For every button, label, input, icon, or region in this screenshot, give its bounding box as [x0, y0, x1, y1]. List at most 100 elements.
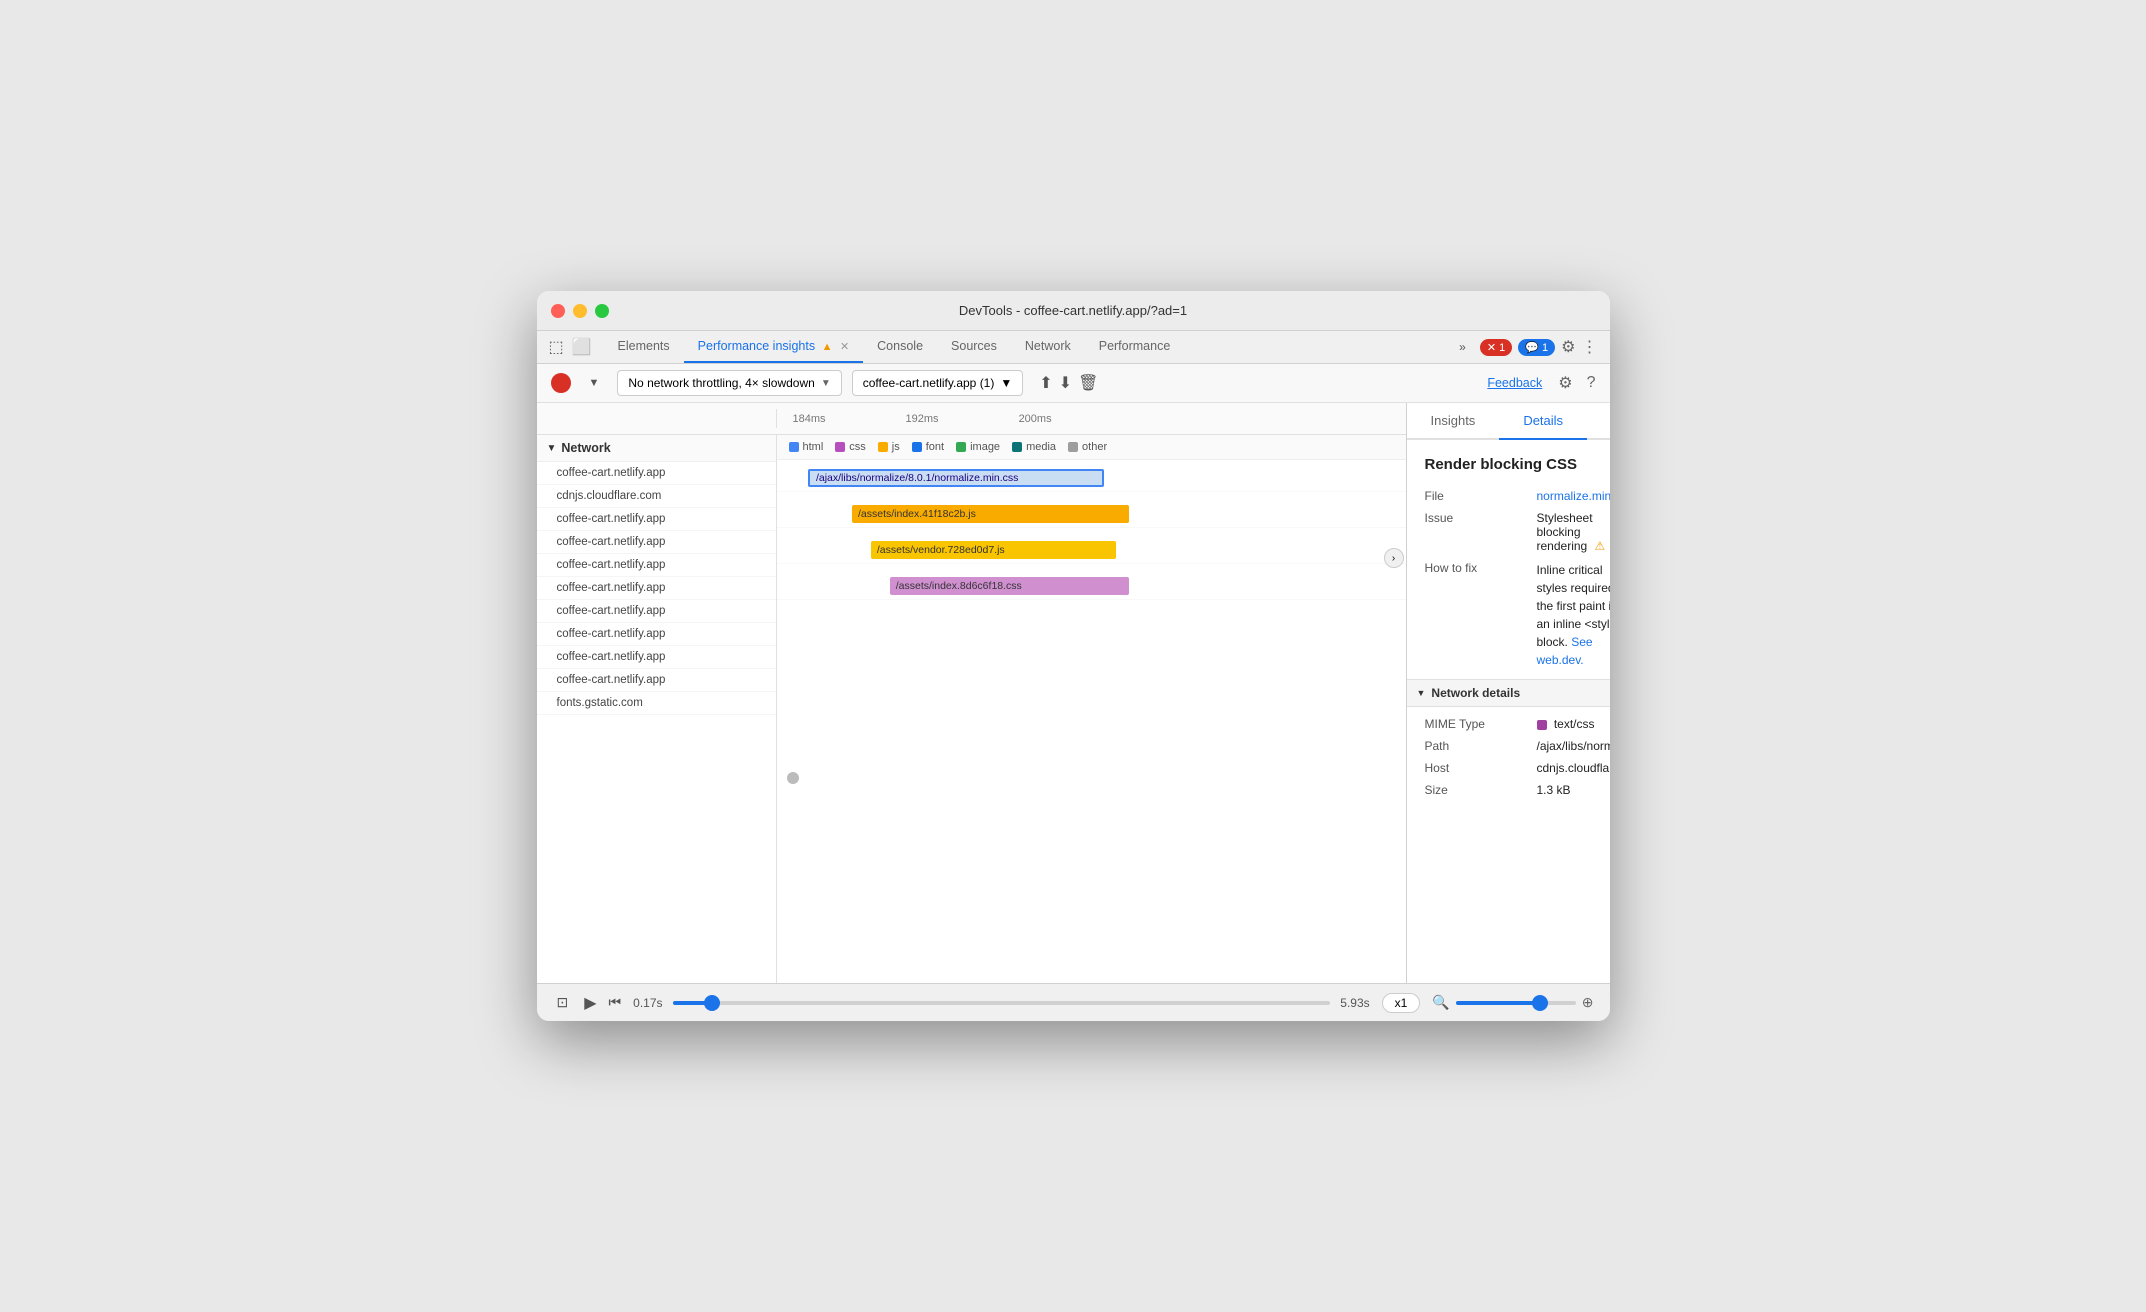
legend-image: image	[956, 441, 1000, 453]
zoom-slider: 🔍 ⊕	[1432, 994, 1593, 1011]
waterfall-bar-indexcss[interactable]: /assets/index.8d6c6f18.css	[890, 577, 1129, 595]
maximize-button[interactable]	[595, 304, 609, 318]
right-panel: Insights Details Render blocking CSS Fil…	[1407, 403, 1610, 983]
issue-label: Issue	[1425, 511, 1525, 553]
upload-icon[interactable]: ⬆	[1039, 373, 1052, 393]
record-dropdown-button[interactable]: ▼	[581, 373, 608, 393]
window-title: DevTools - coffee-cart.netlify.app/?ad=1	[959, 303, 1187, 318]
file-link[interactable]: normalize.min.css	[1537, 489, 1610, 503]
list-item[interactable]: coffee-cart.netlify.app	[537, 669, 776, 692]
tab-performance[interactable]: Performance	[1085, 331, 1185, 363]
legend-css: css	[835, 441, 866, 453]
time-end: 5.93s	[1340, 996, 1369, 1010]
waterfall-bar-normalize[interactable]: /ajax/libs/normalize/8.0.1/normalize.min…	[808, 469, 1104, 487]
path-label: Path	[1425, 739, 1525, 753]
waterfall-bar-vendorjs[interactable]: /assets/vendor.728ed0d7.js	[871, 541, 1116, 559]
more-tabs-button[interactable]: »	[1451, 336, 1474, 358]
expand-button[interactable]: ›	[1384, 548, 1404, 568]
tab-close-icon[interactable]: ✕	[840, 341, 849, 353]
screenshot-view-button[interactable]: ⊡	[553, 990, 573, 1015]
tab-performance-insights[interactable]: Performance insights ▲ ✕	[684, 331, 864, 363]
network-details-section[interactable]: ▼ Network details	[1407, 679, 1610, 707]
html-dot	[789, 442, 799, 452]
list-item[interactable]: coffee-cart.netlify.app	[537, 554, 776, 577]
action-icons: ⬆ ⬇ 🗑	[1039, 373, 1098, 393]
list-item[interactable]: coffee-cart.netlify.app	[537, 577, 776, 600]
error-badge: ✕ 1	[1480, 339, 1512, 356]
network-domain-list: ▼ Network coffee-cart.netlify.app cdnjs.…	[537, 435, 777, 983]
table-row[interactable]: /assets/vendor.728ed0d7.js	[777, 536, 1406, 564]
download-icon[interactable]: ⬇	[1059, 373, 1072, 393]
toolbar-icons: » ✕ 1 💬 1 ⚙ ⋮	[1451, 336, 1597, 358]
traffic-lights	[551, 304, 609, 318]
panel-title: Render blocking CSS	[1425, 456, 1592, 473]
mime-dot	[1537, 720, 1547, 730]
tab-console[interactable]: Console	[863, 331, 937, 363]
tab-sources[interactable]: Sources	[937, 331, 1011, 363]
path-value: /ajax/libs/normalize/8.0.1/normalize.min…	[1537, 739, 1610, 753]
tick-192: 192ms	[906, 413, 939, 425]
zoom-out-icon[interactable]: 🔍	[1432, 994, 1449, 1011]
list-item[interactable]: coffee-cart.netlify.app	[537, 646, 776, 669]
delete-icon[interactable]: 🗑	[1078, 373, 1098, 393]
zoom-thumb[interactable]	[1532, 995, 1548, 1011]
play-button[interactable]: ▶	[584, 993, 596, 1013]
tab-elements[interactable]: Elements	[604, 331, 684, 363]
panel-tabs: Insights Details	[1407, 403, 1610, 440]
list-item[interactable]: coffee-cart.netlify.app	[537, 531, 776, 554]
list-item[interactable]: coffee-cart.netlify.app	[537, 623, 776, 646]
help-icon[interactable]: ?	[1587, 374, 1596, 392]
how-to-fix-value: Inline critical styles required for the …	[1537, 561, 1610, 669]
scrollbar-area	[777, 768, 1406, 792]
triangle-icon: ▼	[547, 443, 557, 454]
tick-184: 184ms	[793, 413, 826, 425]
settings-gear-icon[interactable]: ⚙	[1558, 373, 1572, 393]
table-row[interactable]: /assets/index.41f18c2b.js	[777, 500, 1406, 528]
legend-html: html	[789, 441, 824, 453]
timeline-ticks: 184ms 192ms 200ms	[777, 409, 1406, 428]
network-header[interactable]: ▼ Network	[537, 435, 776, 462]
list-item[interactable]: coffee-cart.netlify.app	[537, 462, 776, 485]
timeline-slider[interactable]	[673, 1001, 1331, 1005]
waterfall-area: html css js font	[777, 435, 1406, 983]
titlebar: DevTools - coffee-cart.netlify.app/?ad=1	[537, 291, 1610, 331]
zoom-in-icon[interactable]: ⊕	[1582, 994, 1594, 1011]
file-label: File	[1425, 489, 1525, 503]
network-details-grid: MIME Type text/css Path /ajax/libs/norma…	[1425, 717, 1592, 797]
list-item[interactable]: coffee-cart.netlify.app	[537, 600, 776, 623]
close-button[interactable]	[551, 304, 565, 318]
url-dropdown[interactable]: coffee-cart.netlify.app (1) ▼	[852, 370, 1024, 396]
legend-js: js	[878, 441, 900, 453]
mime-type-value: text/css	[1537, 717, 1610, 731]
list-item[interactable]: cdnjs.cloudflare.com	[537, 485, 776, 508]
more-options-icon[interactable]: ⋮	[1582, 337, 1598, 357]
feedback-button[interactable]: Feedback	[1487, 376, 1542, 390]
zoom-track[interactable]	[1456, 1001, 1576, 1005]
tab-network[interactable]: Network	[1011, 331, 1085, 363]
minimize-button[interactable]	[573, 304, 587, 318]
tab-warning-icon: ▲	[822, 341, 833, 353]
issue-value: Stylesheet blocking rendering ⚠	[1537, 511, 1610, 553]
media-dot	[1012, 442, 1022, 452]
devtools-window: DevTools - coffee-cart.netlify.app/?ad=1…	[537, 291, 1610, 1021]
js-dot	[878, 442, 888, 452]
table-row[interactable]: /assets/index.8d6c6f18.css	[777, 572, 1406, 600]
throttle-dropdown[interactable]: No network throttling, 4× slowdown ▼	[617, 370, 841, 396]
speed-button[interactable]: x1	[1382, 993, 1421, 1013]
inspect-icon[interactable]: ⬜	[572, 337, 592, 357]
host-value: cdnjs.cloudflare.com	[1537, 761, 1610, 775]
scrollbar-thumb[interactable]	[787, 772, 799, 784]
record-button[interactable]	[551, 373, 571, 393]
warning-icon: ⚠	[1595, 539, 1606, 553]
tab-insights[interactable]: Insights	[1407, 403, 1500, 440]
cursor-icon[interactable]: ⬚	[549, 337, 564, 357]
slider-thumb[interactable]	[704, 995, 720, 1011]
waterfall-bar-indexjs[interactable]: /assets/index.41f18c2b.js	[852, 505, 1129, 523]
rewind-button[interactable]: ⏮	[609, 994, 622, 1011]
list-item[interactable]: coffee-cart.netlify.app	[537, 508, 776, 531]
time-range: 0.17s 5.93s	[633, 996, 1369, 1010]
settings-icon[interactable]: ⚙	[1561, 337, 1575, 357]
tab-details[interactable]: Details	[1499, 403, 1587, 440]
list-item[interactable]: fonts.gstatic.com	[537, 692, 776, 715]
table-row[interactable]: /ajax/libs/normalize/8.0.1/normalize.min…	[777, 464, 1406, 492]
